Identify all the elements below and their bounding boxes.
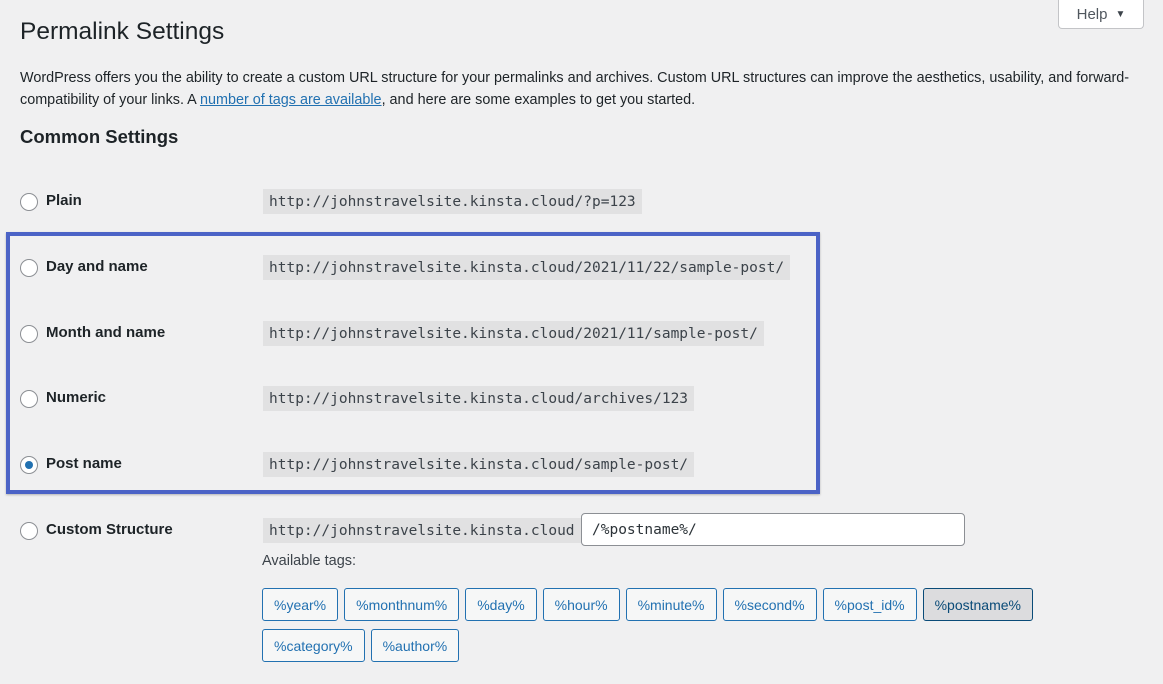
radio-label-month-and-name: Month and name	[46, 324, 166, 341]
permalink-option-plain[interactable]: Plain http://johnstravelsite.kinsta.clou…	[20, 189, 820, 217]
tag-button-year[interactable]: %year%	[262, 588, 339, 621]
tags-available-link[interactable]: number of tags are available	[200, 92, 382, 108]
example-url-post-name: http://johnstravelsite.kinsta.cloud/samp…	[263, 452, 695, 477]
radio-label-custom-structure: Custom Structure	[46, 521, 173, 538]
permalink-option-post-name[interactable]: Post name http://johnstravelsite.kinsta.…	[20, 452, 820, 480]
permalink-option-month-and-name[interactable]: Month and name http://johnstravelsite.ki…	[20, 321, 820, 349]
help-label: Help	[1076, 5, 1108, 23]
intro-text-after: , and here are some examples to get you …	[381, 91, 696, 108]
radio-month-and-name[interactable]	[20, 325, 38, 343]
radio-label-post-name: Post name	[46, 455, 122, 472]
custom-structure-base-url: http://johnstravelsite.kinsta.cloud	[263, 518, 581, 543]
permalink-option-numeric[interactable]: Numeric http://johnstravelsite.kinsta.cl…	[20, 386, 820, 414]
example-url-numeric: http://johnstravelsite.kinsta.cloud/arch…	[263, 386, 695, 411]
example-url-month-and-name: http://johnstravelsite.kinsta.cloud/2021…	[263, 321, 764, 346]
common-settings-title: Common Settings	[20, 126, 179, 147]
radio-custom-structure[interactable]	[20, 522, 38, 540]
example-url-plain: http://johnstravelsite.kinsta.cloud/?p=1…	[263, 189, 642, 214]
tag-button-postname[interactable]: %postname%	[922, 588, 1033, 621]
tag-button-monthnum[interactable]: %monthnum%	[344, 588, 460, 621]
tag-button-post-id[interactable]: %post_id%	[822, 588, 917, 621]
caret-down-icon: ▼	[1115, 8, 1126, 20]
tag-button-second[interactable]: %second%	[722, 588, 817, 621]
help-button[interactable]: Help ▼	[1058, 0, 1144, 29]
radio-label-numeric: Numeric	[46, 389, 107, 406]
example-url-day-and-name: http://johnstravelsite.kinsta.cloud/2021…	[263, 255, 791, 280]
tag-button-day[interactable]: %day%	[465, 588, 537, 621]
radio-numeric[interactable]	[20, 390, 38, 408]
tag-button-minute[interactable]: %minute%	[625, 588, 717, 621]
available-tags-label: Available tags:	[262, 553, 357, 569]
available-tags-list: %year% %monthnum% %day% %hour% %minute% …	[262, 588, 1082, 662]
page-title: Permalink Settings	[20, 18, 225, 45]
custom-structure-input[interactable]	[581, 513, 965, 546]
radio-label-day-and-name: Day and name	[46, 258, 148, 275]
permalink-option-day-and-name[interactable]: Day and name http://johnstravelsite.kins…	[20, 255, 820, 283]
radio-label-plain: Plain	[46, 192, 82, 209]
tag-button-hour[interactable]: %hour%	[542, 588, 620, 621]
radio-post-name[interactable]	[20, 456, 38, 474]
tag-button-category[interactable]: %category%	[262, 629, 365, 662]
radio-plain[interactable]	[20, 193, 38, 211]
intro-text: WordPress offers you the ability to crea…	[20, 68, 1145, 111]
radio-day-and-name[interactable]	[20, 259, 38, 277]
tag-button-author[interactable]: %author%	[370, 629, 460, 662]
